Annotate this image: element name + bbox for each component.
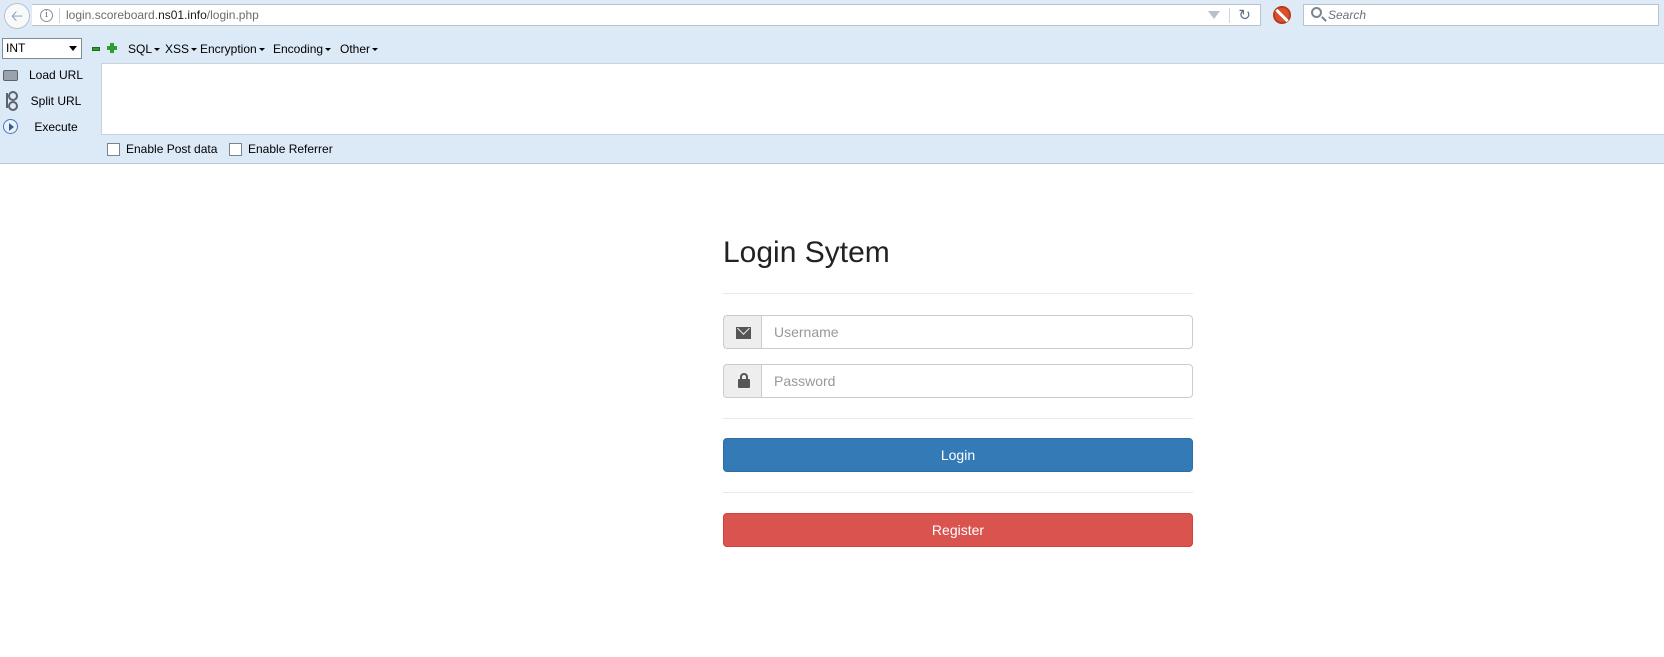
username-group (723, 315, 1193, 349)
caret-down-icon (372, 48, 379, 52)
divider (723, 293, 1193, 294)
type-select[interactable]: INT (2, 38, 82, 59)
enable-post-data-checkbox[interactable]: Enable Post data (107, 142, 217, 156)
register-button[interactable]: Register (723, 513, 1193, 547)
chevron-down-icon (69, 46, 77, 51)
decrease-icon[interactable] (92, 47, 100, 51)
password-group (723, 364, 1193, 398)
divider (723, 418, 1193, 419)
caret-down-icon (258, 48, 265, 52)
caret-down-icon (325, 48, 332, 52)
menu-xss[interactable]: XSS (165, 42, 198, 56)
noscript-icon[interactable] (1273, 6, 1291, 24)
load-url-button[interactable]: Load URL (0, 63, 100, 87)
checkbox-box[interactable] (107, 143, 120, 156)
url-textarea[interactable] (101, 63, 1664, 135)
divider (1229, 8, 1230, 23)
search-icon (1311, 7, 1322, 18)
type-select-value: INT (6, 41, 26, 55)
search-input[interactable] (1328, 7, 1648, 23)
caret-down-icon (191, 48, 198, 52)
back-arrow-icon: 🡠 (10, 7, 24, 25)
menu-encryption[interactable]: Encryption (200, 42, 265, 56)
username-input[interactable] (761, 315, 1193, 349)
lock-icon (738, 373, 750, 388)
login-button[interactable]: Login (723, 438, 1193, 472)
enable-referrer-checkbox[interactable]: Enable Referrer (229, 142, 333, 156)
checkbox-box[interactable] (229, 143, 242, 156)
menu-other[interactable]: Other (340, 42, 379, 56)
back-button[interactable]: 🡠 (4, 3, 30, 29)
address-bar[interactable]: i login.scoreboard.ns01.info/login.php ↻ (32, 4, 1261, 26)
password-addon (723, 364, 762, 398)
increase-icon[interactable] (107, 43, 117, 53)
split-url-button[interactable]: Split URL (0, 89, 100, 113)
username-addon (723, 315, 762, 349)
divider (59, 8, 60, 23)
menu-encoding[interactable]: Encoding (273, 42, 332, 56)
password-input[interactable] (761, 364, 1193, 398)
browser-toolbar: 🡠 i login.scoreboard.ns01.info/login.php… (0, 0, 1664, 30)
execute-button[interactable]: Execute (0, 115, 100, 139)
hackbar-panel: INT SQL XSS Encryption Encoding Other Lo… (0, 30, 1664, 164)
reload-icon[interactable]: ↻ (1238, 6, 1251, 24)
divider (723, 492, 1193, 493)
menu-sql[interactable]: SQL (128, 42, 161, 56)
envelope-icon (736, 327, 751, 339)
page-title: Login Sytem (723, 236, 890, 269)
history-dropdown-icon[interactable] (1208, 11, 1220, 19)
page-content: Login Sytem Login Register (0, 164, 1664, 657)
url-text[interactable]: login.scoreboard.ns01.info/login.php (66, 8, 259, 22)
caret-down-icon (154, 48, 161, 52)
search-bar[interactable] (1303, 4, 1659, 26)
site-info-icon[interactable]: i (40, 9, 53, 22)
